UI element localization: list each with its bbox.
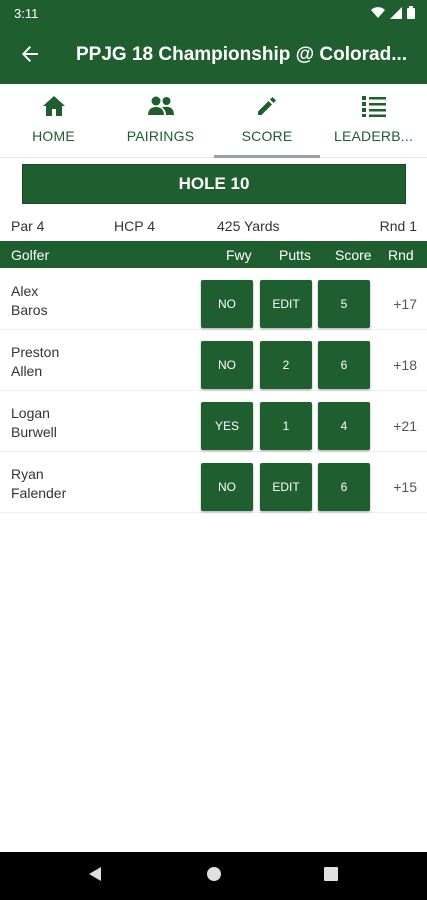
round-total: +21	[393, 418, 417, 434]
tab-pairings-label: PAIRINGS	[126, 128, 195, 144]
status-time: 3:11	[14, 6, 39, 21]
golfer-last-name: Baros	[11, 302, 48, 318]
golfer-name: Ryan Falender	[11, 465, 111, 503]
tab-bar: HOME PAIRINGS SCORE LEADERB...	[0, 84, 427, 158]
battery-icon	[407, 6, 415, 24]
golfer-last-name: Burwell	[11, 424, 57, 440]
golfer-name: Alex Baros	[11, 282, 111, 320]
golfer-name: Logan Burwell	[11, 404, 111, 442]
tab-home[interactable]: HOME	[0, 84, 107, 158]
nav-home-button[interactable]	[201, 864, 227, 888]
tab-leaderboard-label: LEADERB...	[333, 128, 414, 144]
tab-leaderboard[interactable]: LEADERB...	[320, 84, 427, 158]
golfer-first-name: Ryan	[11, 466, 44, 482]
back-button[interactable]	[14, 40, 46, 72]
nav-recents-button[interactable]	[318, 864, 344, 888]
golfer-name: Preston Allen	[11, 343, 111, 381]
fairway-button[interactable]: YES	[201, 402, 253, 450]
hole-yards: 425 Yards	[217, 218, 280, 234]
tab-home-label: HOME	[32, 128, 75, 144]
score-table-header: Golfer Fwy Putts Score Rnd	[0, 241, 427, 268]
score-button[interactable]: 4	[318, 402, 370, 450]
golfer-first-name: Alex	[11, 283, 39, 299]
hole-info: Par 4 HCP 4 425 Yards Rnd 1	[0, 216, 427, 238]
back-arrow-icon	[20, 44, 40, 69]
triangle-back-icon	[88, 866, 102, 887]
golfer-first-name: Preston	[11, 344, 60, 360]
round-total: +15	[393, 479, 417, 495]
score-button[interactable]: 6	[318, 341, 370, 389]
col-rnd: Rnd	[388, 247, 414, 263]
selected-tab-indicator	[214, 155, 320, 158]
putts-button[interactable]: EDIT	[260, 463, 312, 511]
signal-icon	[390, 6, 402, 24]
tab-score-label: SCORE	[241, 128, 293, 144]
col-score: Score	[335, 247, 372, 263]
col-fwy: Fwy	[226, 247, 252, 263]
hole-banner: HOLE 10	[22, 164, 406, 204]
status-bar: 3:11	[0, 0, 427, 28]
pencil-icon	[253, 92, 281, 120]
list-icon	[360, 92, 388, 120]
putts-button[interactable]: 2	[260, 341, 312, 389]
tab-score[interactable]: SCORE	[214, 84, 320, 158]
system-nav-bar	[0, 852, 427, 900]
wifi-icon	[371, 6, 385, 24]
score-button[interactable]: 5	[318, 280, 370, 328]
app-bar: PPJG 18 Championship @ Colorad...	[0, 28, 427, 84]
table-row: Preston Allen NO 2 6 +18	[0, 331, 427, 391]
table-row: Logan Burwell YES 1 4 +21	[0, 392, 427, 452]
round-total: +17	[393, 296, 417, 312]
col-golfer: Golfer	[11, 247, 50, 263]
circle-home-icon	[206, 866, 222, 887]
golfer-first-name: Logan	[11, 405, 50, 421]
round-total: +18	[393, 357, 417, 373]
putts-button[interactable]: 1	[260, 402, 312, 450]
golfer-last-name: Allen	[11, 363, 43, 379]
fairway-button[interactable]: NO	[201, 341, 253, 389]
tab-pairings[interactable]: PAIRINGS	[107, 84, 214, 158]
table-row: Alex Baros NO EDIT 5 +17	[0, 270, 427, 330]
home-icon	[40, 92, 68, 120]
fairway-button[interactable]: NO	[201, 280, 253, 328]
score-button[interactable]: 6	[318, 463, 370, 511]
table-row: Ryan Falender NO EDIT 6 +15	[0, 453, 427, 513]
putts-button[interactable]: EDIT	[260, 280, 312, 328]
hole-hcp: HCP 4	[114, 218, 155, 234]
golfer-last-name: Falender	[11, 485, 67, 501]
hole-par: Par 4	[11, 218, 45, 234]
col-putts: Putts	[279, 247, 311, 263]
page-title: PPJG 18 Championship @ Colorad...	[76, 44, 408, 65]
hole-round: Rnd 1	[379, 218, 417, 234]
status-icons	[371, 6, 415, 24]
fairway-button[interactable]: NO	[201, 463, 253, 511]
nav-back-button[interactable]	[82, 864, 108, 888]
people-icon	[147, 92, 175, 120]
square-recents-icon	[324, 866, 338, 886]
